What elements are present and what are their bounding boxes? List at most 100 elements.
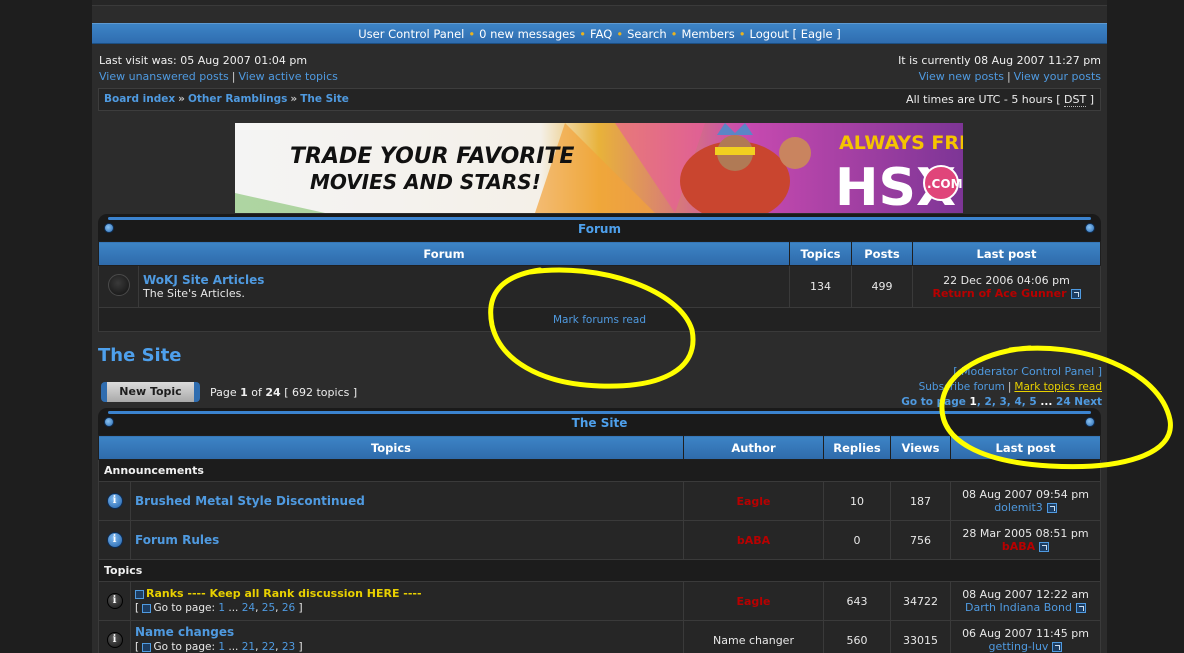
topics-col-header: Topics — [789, 241, 852, 266]
page-link-last[interactable]: 24 — [1056, 396, 1071, 408]
breadcrumb: Board index» Other Ramblings» The Site All… — [98, 88, 1101, 111]
breadcrumb-other-ramblings[interactable]: Other Ramblings — [188, 93, 287, 105]
goto-page-icon — [142, 603, 152, 613]
nav-logout[interactable]: Logout [ Eagle ] — [750, 27, 841, 41]
replies-col-header: Replies — [823, 435, 891, 460]
topic-tools: [ Moderator Control Panel ] Subscribe fo… — [901, 365, 1102, 408]
topic-title-link[interactable]: Forum Rules — [135, 533, 219, 547]
banner-line1: TRADE YOUR FAVORITE — [290, 144, 574, 169]
topic-last-user-link[interactable]: Darth Indiana Bond — [965, 601, 1072, 614]
forum-col-header: Forum — [98, 241, 790, 266]
visit-info: Last visit was: 05 Aug 2007 01:04 pm Vie… — [99, 54, 338, 83]
topic-row: i Ranks ---- Keep all Rank discussion HE… — [98, 581, 1101, 621]
forum-name-link[interactable]: WoKJ Site Articles — [143, 273, 789, 287]
topic-page-link[interactable]: 22 — [262, 641, 275, 653]
topic-replies: 0 — [823, 520, 891, 560]
topic-page-link[interactable]: 26 — [282, 602, 295, 614]
topics-col-header: Topics — [98, 435, 684, 460]
topic-last-user-link[interactable]: dolemit3 — [994, 501, 1043, 514]
topic-views: 33015 — [890, 620, 951, 653]
topic-views: 756 — [890, 520, 951, 560]
nav-new-messages[interactable]: 0 new messages — [479, 27, 575, 41]
page-link-current: 1 — [969, 396, 977, 408]
nav-bullet: • — [579, 27, 587, 41]
topic-replies: 10 — [823, 481, 891, 521]
nav-bullet: • — [670, 27, 678, 41]
topic-read-icon: i — [106, 632, 123, 648]
breadcrumb-board-index[interactable]: Board index — [104, 93, 175, 105]
topic-title-link[interactable]: Brushed Metal Style Discontinued — [135, 494, 365, 508]
topic-page-link[interactable]: 23 — [282, 641, 295, 653]
forum-read-icon — [107, 274, 130, 296]
topic-page-link[interactable]: 21 — [242, 641, 255, 653]
mark-topics-read-link[interactable]: Mark topics read — [1014, 381, 1102, 393]
topic-views: 187 — [890, 481, 951, 521]
nav-bullet: • — [468, 27, 476, 41]
view-latest-post-icon[interactable] — [1070, 288, 1081, 299]
moderator-control-panel-link[interactable]: [ Moderator Control Panel ] — [953, 365, 1102, 378]
topic-page-link[interactable]: 25 — [262, 602, 275, 614]
top-strip — [92, 0, 1107, 6]
forum-page-title[interactable]: The Site — [98, 345, 182, 366]
topic-author-link[interactable]: Eagle — [736, 595, 770, 608]
view-latest-post-icon[interactable] — [1039, 542, 1050, 552]
hsx-banner-ad[interactable]: TRADE YOUR FAVORITE MOVIES AND STARS! AL… — [235, 123, 963, 213]
view-latest-post-icon[interactable] — [1046, 503, 1057, 513]
current-time-text: It is currently 08 Aug 2007 11:27 pm — [898, 54, 1101, 67]
topic-author-link[interactable]: bABA — [737, 534, 770, 547]
topics-table: Topics Author Replies Views Last post An… — [98, 435, 1101, 653]
topics-section-label: Topics — [98, 559, 1101, 582]
view-latest-post-icon[interactable] — [1052, 642, 1063, 652]
page-link[interactable]: 3 — [999, 396, 1006, 408]
topic-title-link[interactable]: Ranks ---- Keep all Rank discussion HERE… — [146, 587, 422, 600]
active-topics-link[interactable]: View active topics — [238, 70, 337, 83]
banner-com: .COM — [927, 177, 963, 191]
subscribe-forum-link[interactable]: Subscribe forum — [919, 381, 1005, 393]
nav-faq[interactable]: FAQ — [590, 27, 612, 41]
view-latest-post-icon[interactable] — [1075, 603, 1086, 613]
topic-views: 34722 — [890, 581, 951, 621]
topic-page-link[interactable]: 24 — [242, 602, 255, 614]
nav-bullet: • — [616, 27, 624, 41]
nav-search[interactable]: Search — [627, 27, 667, 41]
next-page-link[interactable]: Next — [1074, 396, 1102, 408]
topic-page-link[interactable]: 1 — [218, 641, 225, 653]
unanswered-posts-link[interactable]: View unanswered posts — [99, 70, 229, 83]
topic-title-link[interactable]: Name changes — [135, 625, 234, 639]
your-posts-link[interactable]: View your posts — [1014, 70, 1101, 83]
announcements-label: Announcements — [98, 459, 1101, 482]
page-link[interactable]: 2 — [985, 396, 992, 408]
page-link[interactable]: 4 — [1014, 396, 1021, 408]
topic-last-date: 08 Aug 2007 12:22 am — [962, 588, 1089, 601]
topic-author-link[interactable]: Eagle — [736, 495, 770, 508]
topic-last-user-link[interactable]: bABA — [1002, 540, 1035, 553]
page-link[interactable]: 5 — [1029, 396, 1036, 408]
goto-label: Go to page — [901, 396, 966, 408]
forum-block-header: Forum — [98, 214, 1101, 241]
forum-last-date: 22 Dec 2006 04:06 pm — [943, 273, 1070, 287]
new-topic-button[interactable]: New Topic — [101, 382, 200, 402]
topic-last-date: 06 Aug 2007 11:45 pm — [962, 627, 1089, 640]
breadcrumb-the-site[interactable]: The Site — [300, 93, 349, 105]
breadcrumb-arrow-icon: » — [178, 93, 185, 105]
mark-forums-read-link[interactable]: Mark forums read — [553, 314, 646, 326]
topic-last-date: 08 Aug 2007 09:54 pm — [962, 488, 1089, 501]
topic-row: i Forum Rules bABA 0 756 28 Mar 2005 08:… — [98, 520, 1101, 560]
page-info: Page 1 of 24 [ 692 topics ] — [210, 386, 358, 399]
nav-user-control-panel[interactable]: User Control Panel — [358, 27, 464, 41]
forum-row: WoKJ Site Articles The Site's Articles. … — [98, 265, 1101, 308]
banner-line2: MOVIES AND STARS! — [310, 170, 541, 194]
nav-members[interactable]: Members — [681, 27, 734, 41]
topic-page-link[interactable]: 1 — [218, 602, 225, 614]
last-visit-text: Last visit was: 05 Aug 2007 01:04 pm — [99, 54, 308, 67]
forum-block-title: Forum — [578, 222, 621, 236]
topic-last-date: 28 Mar 2005 08:51 pm — [962, 527, 1089, 540]
posts-col-header: Posts — [851, 241, 913, 266]
forum-table: Forum Topics Posts Last post WoKJ Site A… — [98, 241, 1101, 332]
topic-last-user-link[interactable]: getting-luv — [989, 640, 1049, 653]
new-posts-link[interactable]: View new posts — [919, 70, 1004, 83]
forum-last-user-link[interactable]: Return of Ace Gunner — [932, 287, 1066, 300]
nav-bullet: • — [738, 27, 746, 41]
topic-row: i Name changes [ Go to page: 1 ... 21, 2… — [98, 620, 1101, 653]
forum-page: User Control Panel • 0 new messages • FAQ • Se… — [92, 0, 1107, 653]
